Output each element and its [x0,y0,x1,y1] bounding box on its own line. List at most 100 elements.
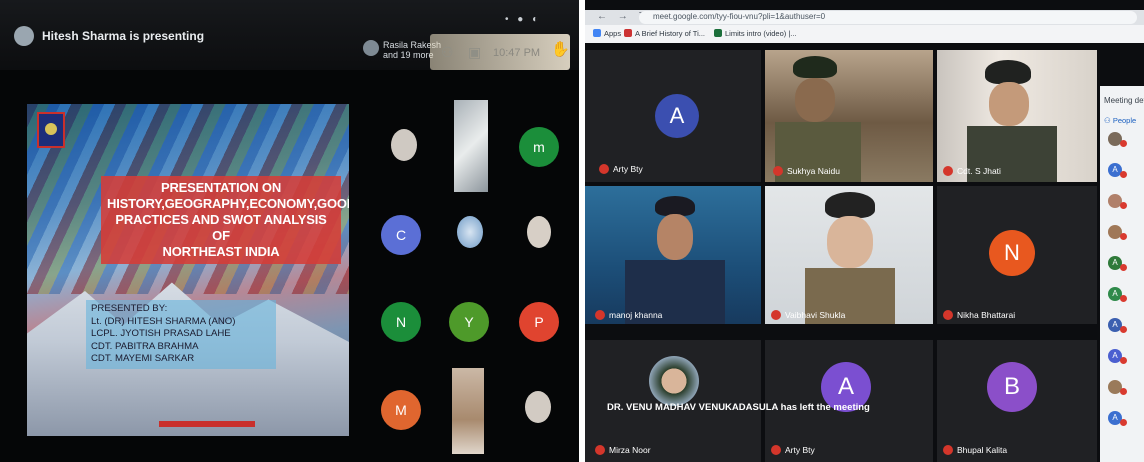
participant-name: Arty Bty [785,445,815,455]
participant-initial: Y [464,314,474,330]
raise-hand-icon[interactable]: ✋ [551,40,570,58]
participant-video: manoj khanna [585,186,761,324]
mic-off-icon [1120,357,1127,364]
slide-title-line: PRACTICES AND SWOT ANALYSIS OF [115,212,327,243]
left-meeting-screen: Hitesh Sharma is presenting • ● ◐ Rasila… [0,0,579,462]
bookmark-apps[interactable]: Apps [604,29,621,38]
mic-off-icon [1120,388,1127,395]
participant-name: Bhupal Kalita [957,445,1008,455]
people-tab[interactable]: ⚇ People [1104,116,1136,125]
participant-initial: B [987,362,1037,412]
mic-off-icon [1120,202,1127,209]
bookmark-limits-intro[interactable]: Limits intro (video) |... [725,29,797,38]
face [795,78,835,122]
left-meeting-notification: DR. VENU MADHAV VENUKADASULA has left th… [607,402,870,413]
mic-off-icon [1120,264,1127,271]
participant-name: manoj khanna [609,310,663,320]
presenter-title: Hitesh Sharma is presenting [42,29,205,43]
face [989,82,1029,126]
slide-title: PRESENTATION ON HISTORY,GEOGRAPHY,ECONOM… [101,176,349,264]
bookmark-brief-history[interactable]: A Brief History of Ti... [635,29,705,38]
mic-off-icon [595,310,605,320]
participant-cell: A Arty Bty [585,50,761,182]
participant-tile: Y [449,302,489,342]
participant-cell: B Bhupal Kalita [937,340,1097,462]
clock: 10:47 PM [493,47,541,59]
people-tab-label: People [1112,116,1137,125]
mic-off-icon [1120,419,1127,426]
participant-photo [527,216,551,248]
participant-name: Nikha Bhattarai [957,310,1016,320]
mic-off-icon [1120,326,1127,333]
beret [655,196,695,216]
participant-photo [391,129,417,161]
panel-title: Meeting det [1104,96,1144,105]
participant-video [452,368,484,454]
participant-video [454,100,488,192]
presenter-line: Lt. (DR) HITESH SHARMA (ANO) [91,315,236,327]
shared-presentation-slide: PRESENTATION ON HISTORY,GEOGRAPHY,ECONOM… [27,104,349,436]
participant-video: Sukhya Naidu [765,50,933,182]
participant-initial: N [395,314,407,330]
participant-photo [649,356,699,406]
bookmark-icon [624,29,632,37]
participant-cell: A Arty Bty [765,340,933,462]
mic-off-icon [943,445,953,455]
right-meeting-screen: ← → ↻ meet.google.com/tyy-fiou-vnu?pli=1… [585,0,1144,462]
apps-icon[interactable] [593,29,601,37]
participant-name: Vaibhavi Shukla [785,310,846,320]
participant-tile: m [519,127,559,167]
participant-cell: N Nikha Bhattarai [937,186,1097,324]
beret [825,192,875,218]
mic-off-icon [1120,171,1127,178]
slide-title-line: NORTHEAST INDIA [162,244,280,259]
beret [793,56,837,78]
slide-title-line: HISTORY,GEOGRAPHY,ECONOMY,GOOD [107,196,349,211]
mic-off-icon [1120,140,1127,147]
participant-initial: P [534,314,544,330]
participant-tile: P [519,302,559,342]
mic-off-icon [771,310,781,320]
presenters-list: PRESENTED BY: Lt. (DR) HITESH SHARMA (AN… [86,300,276,369]
participant-video: Vaibhavi Shukla [765,186,933,324]
recording-indicator-icon: • ● ◐ [505,14,542,25]
mic-off-icon [599,164,609,174]
ncc-logo [37,112,65,148]
presenter-line: CDT. MAYEMI SARKAR [91,353,195,364]
chat-icon[interactable]: ▣ [468,44,481,61]
meeting-details-panel: Meeting det ⚇ People AAAAAA [1100,86,1144,462]
participant-initial: A [655,94,699,138]
mic-off-icon [773,166,783,176]
participant-initial: C [395,227,407,243]
participant-tile: M [381,390,421,430]
participant-initial: m [533,139,545,155]
mic-off-icon [771,445,781,455]
face [657,214,693,260]
participant-initial: M [395,402,407,418]
slide-footer-bar [159,421,255,427]
participant-name: Arty Bty [613,164,643,174]
url-text: meet.google.com/tyy-fiou-vnu?pli=1&authu… [653,12,826,21]
participant-video: Cdt. S Jhati [937,50,1097,182]
participant-name: Mirza Noor [609,445,651,455]
mic-off-icon [1120,295,1127,302]
slide-title-line: PRESENTATION ON [160,180,282,195]
people-icon[interactable]: ⚇ [441,44,454,61]
mic-off-icon [943,166,953,176]
bookmark-icon [714,29,722,37]
participant-photo [457,216,483,248]
presenter-line: PRESENTED BY: [91,303,168,314]
presenter-avatar [14,26,34,46]
mic-off-icon [595,445,605,455]
beret [985,60,1031,84]
presenter-line: LCPL. JYOTISH PRASAD LAHE [91,328,231,339]
mic-off-icon [943,310,953,320]
mic-off-icon [1120,233,1127,240]
participant-tile: C [381,215,421,255]
presenter-line: CDT. PABITRA BRAHMA [91,340,199,352]
participant-name: Sukhya Naidu [787,166,840,176]
participant-initial: N [989,230,1035,276]
participant-photo [525,391,551,423]
participant-avatar [363,40,379,56]
participant-cell: Mirza Noor [585,340,761,462]
